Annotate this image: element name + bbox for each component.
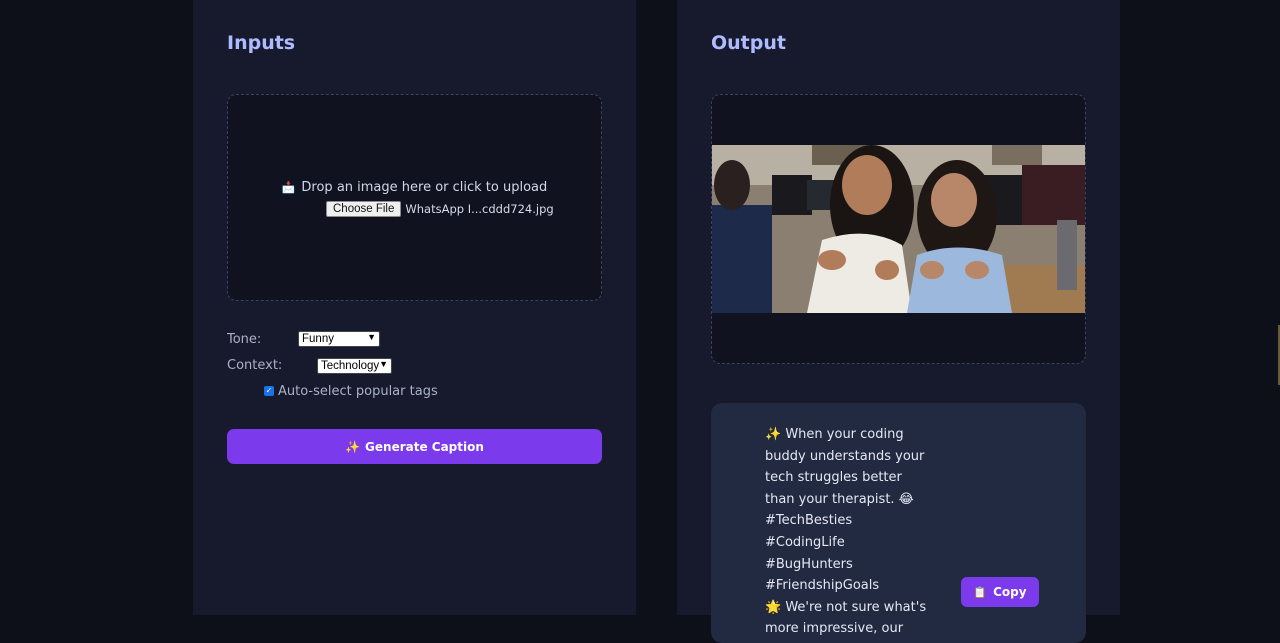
context-select[interactable]: Technology ▼ <box>317 358 392 374</box>
star-icon: 🌟 <box>765 599 782 615</box>
output-panel: Output ✨ When your coding buddy understa… <box>677 0 1120 643</box>
choose-file-button[interactable]: Choose File <box>326 201 402 217</box>
auto-tags-checkbox[interactable]: ✓ <box>264 386 274 396</box>
sparkles-icon: ✨ <box>345 439 361 454</box>
sparkles-icon: ✨ <box>765 427 782 442</box>
generate-caption-label: Generate Caption <box>365 439 484 454</box>
image-preview-zone <box>711 94 1086 364</box>
dropzone-text: Drop an image here or click to upload <box>301 180 548 195</box>
file-input[interactable]: Choose File WhatsApp I...cddd724.jpg <box>326 201 554 217</box>
file-name: WhatsApp I...cddd724.jpg <box>405 202 554 216</box>
caption-text: ✨ When your coding buddy understands you… <box>765 424 930 640</box>
copy-button[interactable]: 📋 Copy <box>961 577 1039 607</box>
context-label: Context: <box>227 358 283 373</box>
chevron-down-icon: ▼ <box>379 359 388 369</box>
inputs-title: Inputs <box>227 32 296 54</box>
caption-body: When your coding buddy understands your … <box>765 427 925 594</box>
tone-select[interactable]: Funny ▼ <box>298 331 380 347</box>
tone-label: Tone: <box>227 332 262 347</box>
chevron-down-icon: ▼ <box>367 332 376 342</box>
dropzone-prompt: 📩 Drop an image here or click to upload <box>228 180 601 195</box>
auto-tags-label: Auto-select popular tags <box>278 384 438 399</box>
caption-continuation: We're not sure what's more impressive, o… <box>765 599 927 637</box>
clipboard-icon: 📋 <box>973 585 988 599</box>
uploaded-image-preview <box>712 145 1085 313</box>
inputs-panel: Inputs 📩 Drop an image here or click to u… <box>193 0 636 615</box>
context-select-value: Technology <box>321 360 380 372</box>
output-title: Output <box>711 32 786 54</box>
inbox-icon: 📩 <box>281 181 296 194</box>
generate-caption-button[interactable]: ✨ Generate Caption <box>227 429 602 464</box>
copy-label: Copy <box>993 585 1027 599</box>
image-dropzone[interactable]: 📩 Drop an image here or click to upload C… <box>227 94 602 301</box>
caption-card: ✨ When your coding buddy understands you… <box>711 403 1086 643</box>
tone-select-value: Funny <box>302 333 334 345</box>
